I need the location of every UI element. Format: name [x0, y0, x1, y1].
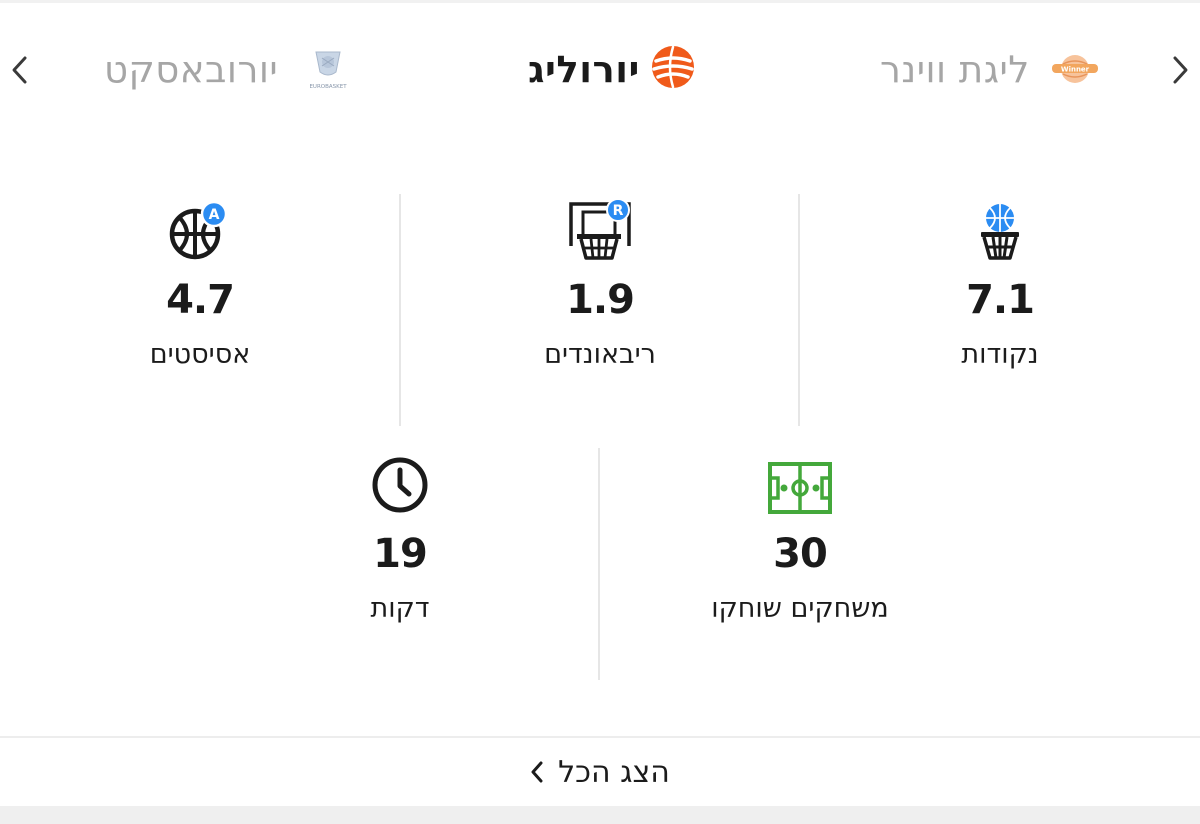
show-all-button[interactable]: הצג הכל	[490, 750, 710, 794]
next-league-button[interactable]	[1162, 52, 1198, 88]
eurobasket-logo-icon: EUROBASKET	[308, 48, 348, 96]
stat-value: 19	[373, 531, 428, 577]
chevron-left-icon	[531, 761, 543, 783]
league-tab-winner-league[interactable]: ליגת ווינר Winner	[880, 34, 1110, 106]
league-tab-label: יורובאסקט	[104, 48, 279, 91]
winner-league-logo-icon: Winner	[1050, 52, 1100, 90]
stat-points: 7.1 נקודות	[840, 198, 1160, 372]
stat-divider	[798, 194, 800, 426]
basket-icon	[840, 198, 1160, 260]
svg-text:R: R	[613, 203, 624, 219]
show-all-label: הצג הכל	[558, 754, 670, 790]
stat-value: 1.9	[566, 277, 635, 323]
league-tab-euroleague[interactable]: יורוליג	[524, 34, 704, 106]
stat-minutes: 19 דקות	[240, 452, 560, 626]
stat-label: אסיסטים	[149, 339, 251, 370]
previous-league-button[interactable]	[2, 52, 38, 88]
top-edge	[0, 0, 1200, 3]
stat-value: 4.7	[166, 277, 235, 323]
svg-text:A: A	[209, 207, 220, 223]
stat-assists: A 4.7 אסיסטים	[40, 198, 360, 372]
stat-value: 30	[773, 531, 828, 577]
svg-text:EUROBASKET: EUROBASKET	[309, 84, 347, 90]
stat-label: משחקים שוחקו	[711, 593, 889, 624]
league-tab-label: יורוליג	[528, 48, 640, 91]
stat-divider	[598, 448, 600, 680]
stat-label: ריבאונדים	[544, 339, 656, 370]
stat-label: דקות	[370, 593, 430, 624]
stat-divider	[399, 194, 401, 426]
stat-games-played: 30 משחקים שוחקו	[640, 452, 960, 626]
euroleague-logo-icon	[650, 44, 696, 94]
stat-label: נקודות	[961, 339, 1039, 370]
player-stats-page: יורובאסקט EUROBASKET יורוליג ליגת ווינר …	[0, 0, 1200, 824]
svg-text:Winner: Winner	[1061, 66, 1090, 74]
footer-divider	[0, 736, 1200, 738]
league-switcher: יורובאסקט EUROBASKET יורוליג ליגת ווינר …	[0, 34, 1200, 106]
bottom-band	[0, 806, 1200, 824]
assist-ball-icon: A	[40, 198, 360, 260]
rebound-icon: R	[440, 198, 760, 260]
league-tab-label: ליגת ווינר	[880, 48, 1030, 91]
court-icon	[640, 452, 960, 514]
chevron-left-icon	[12, 56, 27, 84]
stat-value: 7.1	[966, 277, 1035, 323]
clock-icon	[240, 452, 560, 514]
chevron-right-icon	[1173, 56, 1188, 84]
stat-rebounds: R 1.9 ריבאונדים	[440, 198, 760, 372]
league-tab-eurobasket[interactable]: יורובאסקט EUROBASKET	[104, 34, 354, 106]
